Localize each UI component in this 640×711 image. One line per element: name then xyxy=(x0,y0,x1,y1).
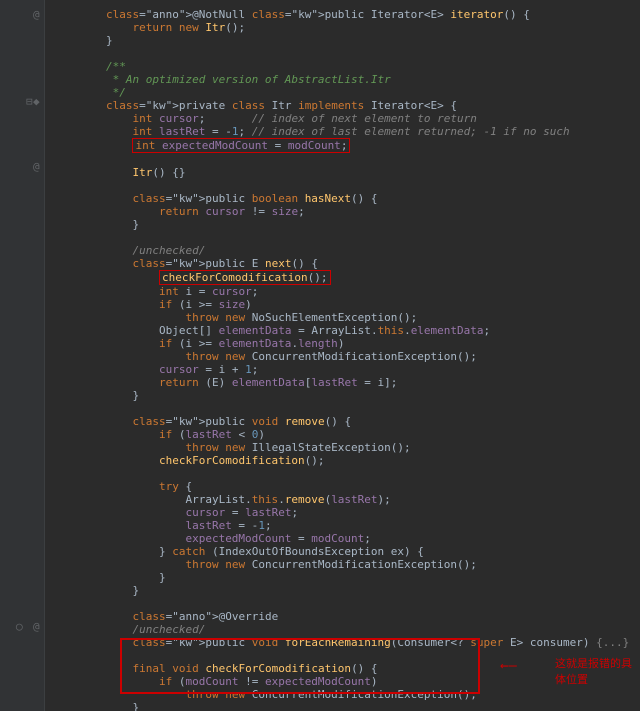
gutter-mark[interactable]: ◆ xyxy=(33,95,40,108)
code-line[interactable]: return cursor != size; xyxy=(53,205,640,218)
code-line[interactable]: int i = cursor; xyxy=(53,285,640,298)
code-line[interactable]: class="kw">public E next() { xyxy=(53,257,640,270)
code-line[interactable]: throw new ConcurrentModificationExceptio… xyxy=(53,350,640,363)
highlight-box: checkForComodification(); xyxy=(159,270,331,285)
gutter-mark[interactable]: ⊟ xyxy=(26,95,33,108)
code-line[interactable] xyxy=(53,231,640,244)
code-line[interactable]: ArrayList.this.remove(lastRet); xyxy=(53,493,640,506)
code-line[interactable]: cursor = i + 1; xyxy=(53,363,640,376)
code-line[interactable]: cursor = lastRet; xyxy=(53,506,640,519)
code-line[interactable]: class="kw">public void remove() { xyxy=(53,415,640,428)
code-line[interactable]: } catch (IndexOutOfBoundsException ex) { xyxy=(53,545,640,558)
code-line[interactable]: if (modCount != expectedModCount) xyxy=(53,675,640,688)
code-line[interactable] xyxy=(53,153,640,166)
code-line[interactable]: throw new IllegalStateException(); xyxy=(53,441,640,454)
code-line[interactable] xyxy=(53,597,640,610)
annotation-label: 这就是报错的具体位置 xyxy=(555,655,640,687)
code-line[interactable]: class="anno">@Override xyxy=(53,610,640,623)
code-line[interactable]: } xyxy=(53,34,640,47)
code-line[interactable] xyxy=(53,47,640,60)
code-line[interactable]: class="anno">@NotNull class="kw">public … xyxy=(53,8,640,21)
code-line[interactable]: Object[] elementData = ArrayList.this.el… xyxy=(53,324,640,337)
code-line[interactable]: * An optimized version of AbstractList.I… xyxy=(53,73,640,86)
code-line[interactable]: if (lastRet < 0) xyxy=(53,428,640,441)
code-line[interactable]: checkForComodification(); xyxy=(53,270,640,285)
highlight-box: int expectedModCount = modCount; xyxy=(132,138,350,153)
code-line[interactable]: throw new ConcurrentModificationExceptio… xyxy=(53,688,640,701)
code-line[interactable]: int cursor; // index of next element to … xyxy=(53,112,640,125)
code-line[interactable]: expectedModCount = modCount; xyxy=(53,532,640,545)
code-line[interactable] xyxy=(53,402,640,415)
code-line[interactable]: if (i >= elementData.length) xyxy=(53,337,640,350)
code-line[interactable]: int lastRet = -1; // index of last eleme… xyxy=(53,125,640,138)
code-line[interactable]: } xyxy=(53,701,640,711)
code-line[interactable]: throw new NoSuchElementException(); xyxy=(53,311,640,324)
code-line[interactable]: return (E) elementData[lastRet = i]; xyxy=(53,376,640,389)
code-line[interactable]: /unchecked/ xyxy=(53,623,640,636)
code-line[interactable] xyxy=(53,467,640,480)
code-line[interactable]: int expectedModCount = modCount; xyxy=(53,138,640,153)
gutter-mark[interactable]: @ xyxy=(33,8,40,21)
code-line[interactable]: throw new ConcurrentModificationExceptio… xyxy=(53,558,640,571)
code-line[interactable]: } xyxy=(53,218,640,231)
annotation-arrow: ←— xyxy=(500,658,517,674)
editor-gutter[interactable]: @ ⊟◆ @ ◯ @ xyxy=(0,0,45,711)
code-line[interactable]: } xyxy=(53,571,640,584)
code-line[interactable]: /** xyxy=(53,60,640,73)
code-line[interactable]: return new Itr(); xyxy=(53,21,640,34)
code-line[interactable] xyxy=(53,649,640,662)
code-line[interactable]: class="kw">public boolean hasNext() { xyxy=(53,192,640,205)
code-line[interactable]: final void checkForComodification() { xyxy=(53,662,640,675)
code-line[interactable]: Itr() {} xyxy=(53,166,640,179)
code-line[interactable]: try { xyxy=(53,480,640,493)
code-line[interactable]: } xyxy=(53,584,640,597)
code-line[interactable]: if (i >= size) xyxy=(53,298,640,311)
code-line[interactable]: class="kw">private class Itr implements … xyxy=(53,99,640,112)
code-line[interactable] xyxy=(53,179,640,192)
code-editor[interactable]: class="anno">@NotNull class="kw">public … xyxy=(45,0,640,711)
code-line[interactable]: } xyxy=(53,389,640,402)
code-line[interactable]: lastRet = -1; xyxy=(53,519,640,532)
code-line[interactable]: class="kw">public void forEachRemaining(… xyxy=(53,636,640,649)
gutter-mark[interactable]: ◯ xyxy=(16,620,23,633)
code-line[interactable]: */ xyxy=(53,86,640,99)
code-line[interactable]: checkForComodification(); xyxy=(53,454,640,467)
gutter-mark[interactable]: @ xyxy=(33,160,40,173)
code-line[interactable]: /unchecked/ xyxy=(53,244,640,257)
gutter-mark[interactable]: @ xyxy=(33,620,40,633)
